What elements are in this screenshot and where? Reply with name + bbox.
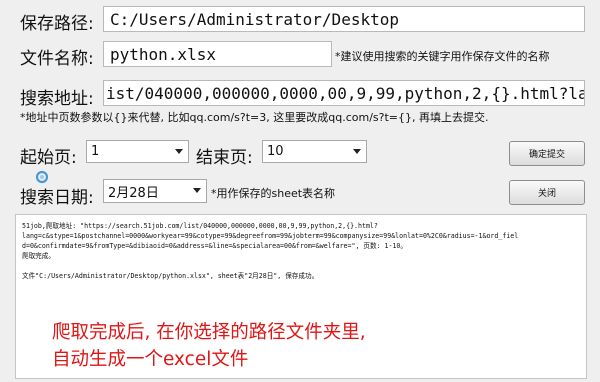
confirm-submit-button[interactable]: 确定提交 (509, 141, 585, 166)
annotation-line-1: 爬取完成后, 在你选择的路径文件夹里, (52, 322, 366, 343)
file-name-input[interactable]: python.xlsx (103, 41, 332, 67)
log-result-line: 文件"C:/Users/Administrator/Desktop/python… (22, 272, 319, 280)
log-line: lang=c&stype=1&postchannel=0000&workyear… (22, 232, 519, 240)
chevron-down-icon (175, 148, 183, 154)
chevron-down-icon (193, 188, 201, 193)
start-page-label: 起始页: (20, 148, 77, 168)
search-url-label: 搜索地址: (20, 89, 94, 109)
app-window: 保存路径: C:/Users/Administrator/Desktop 文件名… (0, 0, 600, 382)
chevron-down-icon (353, 148, 361, 154)
end-page-label: 结束页: (196, 148, 253, 168)
log-line: 51job,爬取地址: "https://search.51job.com/li… (22, 222, 378, 230)
file-name-hint: *建议使用搜索的关键字用作保存文件的名称 (335, 50, 550, 63)
close-button[interactable]: 关闭 (509, 180, 585, 205)
annotation-line-2: 自动生成一个excel文件 (52, 349, 249, 370)
save-path-label: 保存路径: (20, 14, 94, 34)
search-url-input[interactable]: ist/040000,000000,0000,00,9,99,python,2,… (103, 80, 585, 106)
start-page-select[interactable]: 1 (86, 140, 189, 163)
end-page-select[interactable]: 10 (262, 140, 367, 163)
busy-cursor-icon (35, 170, 49, 184)
end-page-value: 10 (267, 144, 284, 159)
search-url-hint: *地址中页数参数以{}来代替, 比如qq.com/s?t=3, 这里要改成qq.… (20, 111, 489, 124)
search-date-label: 搜索日期: (20, 188, 94, 208)
search-date-hint: *用作保存的sheet表名称 (211, 187, 336, 200)
search-date-value: 2月28日 (108, 185, 159, 201)
start-page-value: 1 (91, 144, 100, 159)
save-path-input[interactable]: C:/Users/Administrator/Desktop (103, 6, 585, 32)
search-date-select[interactable]: 2月28日 (103, 179, 207, 203)
file-name-label: 文件名称: (20, 49, 94, 69)
log-line: 爬取完成。 (22, 252, 55, 260)
log-line: d=0&confirmdate=9&fromType=&dibiaoid=0&a… (22, 242, 408, 250)
